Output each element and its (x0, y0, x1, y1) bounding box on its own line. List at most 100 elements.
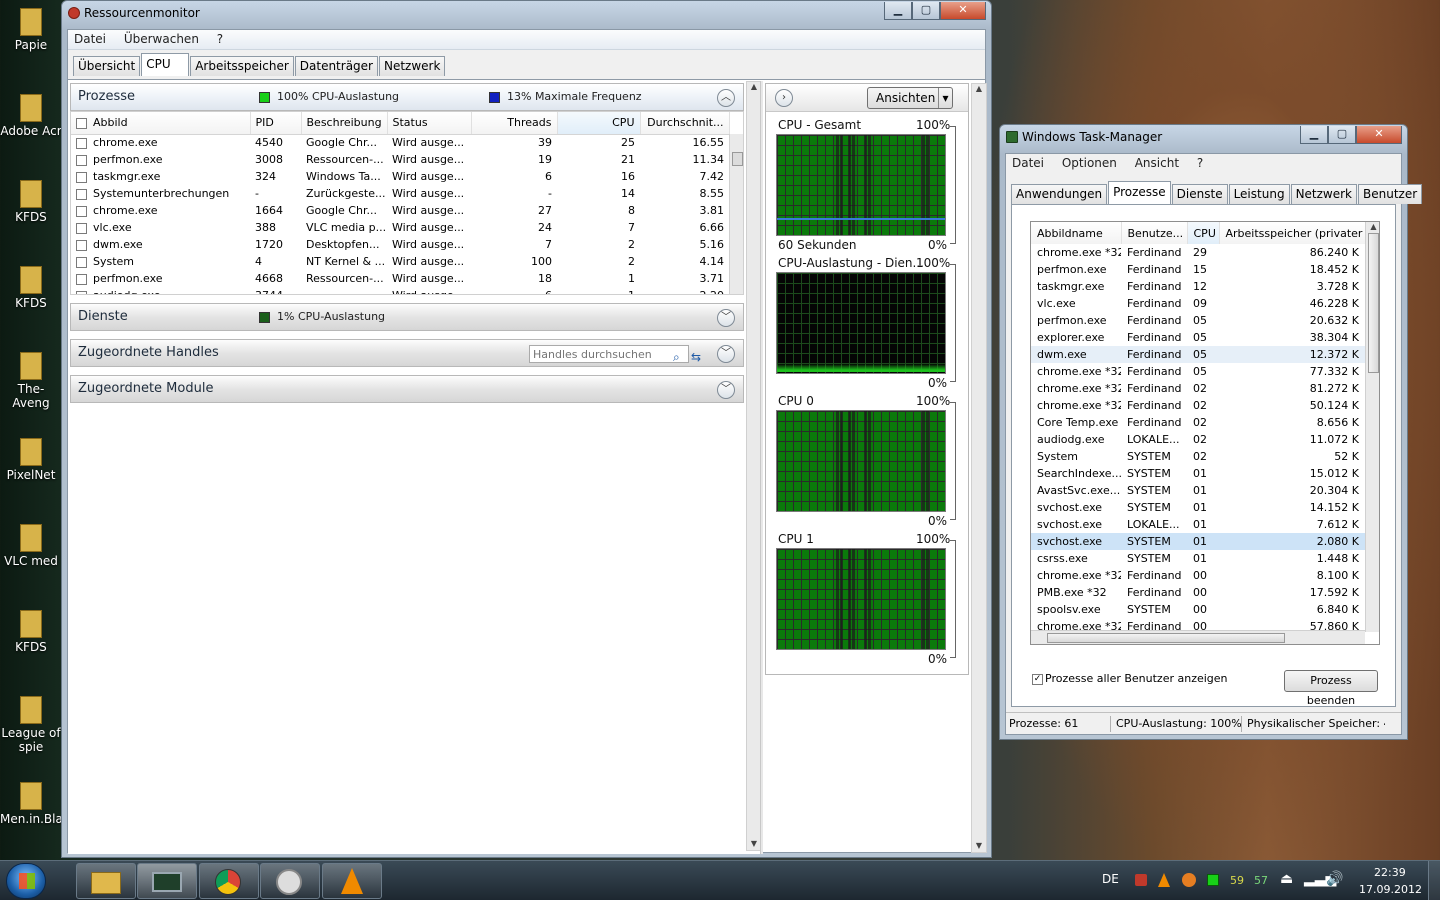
process-row[interactable]: chrome.exe 4540 Google Chr... Wird ausge...… (71, 134, 729, 151)
tm-column-header[interactable]: Arbeitsspeicher (privater ... (1219, 222, 1366, 244)
language-indicator[interactable]: DE (1102, 872, 1119, 886)
start-button[interactable] (6, 863, 46, 899)
collapse-prozesse-button[interactable]: ︿ (717, 89, 735, 107)
section-prozesse-header[interactable]: Prozesse 100% CPU-Auslastung 13% Maximal… (70, 83, 744, 111)
process-checkbox[interactable] (76, 154, 87, 166)
taskbar-gauge-button[interactable] (260, 863, 320, 899)
tm-close-button[interactable]: ✕ (1356, 126, 1402, 144)
menu-ueberwachen[interactable]: Überwachen (124, 32, 199, 46)
tm-vscrollbar[interactable]: ▲ (1365, 222, 1379, 632)
tm-process-row[interactable]: audiodg.exe LOKALE... 02 11.072 K (1031, 431, 1365, 448)
process-column-header[interactable]: Threads (471, 112, 558, 135)
desktop-icon[interactable]: Papie (0, 8, 62, 52)
desktop-icon[interactable]: VLC med (0, 524, 62, 568)
close-button[interactable]: ✕ (940, 2, 986, 20)
process-row[interactable]: audiodg.exe 3744 Wird ausge... 6 1 2.20 (71, 287, 729, 294)
tm-process-row[interactable]: chrome.exe *32 Ferdinand 00 8.100 K (1031, 567, 1365, 584)
process-table-scrollbar[interactable] (729, 134, 743, 294)
process-checkbox[interactable] (76, 137, 87, 149)
tm-tab-benutzer[interactable]: Benutzer (1358, 184, 1423, 204)
desktop-icon[interactable]: KFDS (0, 266, 62, 310)
process-row[interactable]: vlc.exe 388 VLC media p... Wird ausge... 24 7… (71, 219, 729, 236)
menu-datei[interactable]: Datei (74, 32, 106, 46)
process-checkbox[interactable] (76, 222, 87, 234)
tm-process-row[interactable]: dwm.exe Ferdinand 05 12.372 K (1031, 346, 1365, 363)
tm-process-row[interactable]: System SYSTEM 02 52 K (1031, 448, 1365, 465)
process-column-header[interactable]: Durchschnit... (640, 112, 730, 135)
search-icon[interactable]: ⌕ (673, 344, 680, 370)
process-column-header[interactable]: Status (387, 112, 472, 135)
tm-tab-dienste[interactable]: Dienste (1171, 184, 1228, 204)
tm-process-row[interactable]: Core Temp.exe Ferdinand 02 8.656 K (1031, 414, 1365, 431)
process-checkbox[interactable] (76, 171, 87, 183)
expand-dienste-button[interactable]: ﹀ (717, 309, 735, 327)
process-checkbox[interactable] (76, 290, 87, 294)
tray-icon-usb[interactable]: ⏏ (1280, 871, 1293, 887)
desktop-icon[interactable]: KFDS (0, 610, 62, 654)
tm-process-row[interactable]: vlc.exe Ferdinand 09 46.228 K (1031, 295, 1365, 312)
section-dienste-header[interactable]: Dienste 1% CPU-Auslastung ﹀ (70, 303, 744, 331)
process-checkbox[interactable] (76, 239, 87, 251)
ansichten-dropdown[interactable]: Ansichten ▾ (867, 87, 953, 109)
tm-hscrollbar[interactable] (1031, 630, 1365, 644)
tm-process-row[interactable]: SearchIndexe... SYSTEM 01 15.012 K (1031, 465, 1365, 482)
desktop-icon[interactable]: The-Aveng (0, 352, 62, 410)
tm-menu-optionen[interactable]: Optionen (1062, 156, 1117, 170)
tm-maximize-button[interactable]: ▢ (1328, 126, 1356, 144)
tm-process-row[interactable]: svchost.exe LOKALE... 01 7.612 K (1031, 516, 1365, 533)
tm-tab-prozesse[interactable]: Prozesse (1108, 181, 1171, 204)
clock-date[interactable]: 17.09.2012 (1359, 883, 1422, 896)
process-checkbox[interactable] (76, 188, 87, 200)
tm-column-header[interactable]: Abbildname (1031, 222, 1122, 244)
expand-handles-button[interactable]: ﹀ (717, 345, 735, 363)
process-row[interactable]: Systemunterbrechungen - Zurückgeste... Wird… (71, 185, 729, 202)
taskmgr-titlebar[interactable]: Windows Task-Manager ▁ ▢ ✕ (1000, 125, 1407, 151)
tm-process-row[interactable]: chrome.exe *32 Ferdinand 02 50.124 K (1031, 397, 1365, 414)
tab-datentraeger[interactable]: Datenträger (294, 56, 378, 76)
tray-temp-2[interactable]: 57 (1254, 874, 1268, 887)
tab-netzwerk[interactable]: Netzwerk (378, 56, 446, 76)
handles-search-input[interactable] (529, 345, 689, 363)
process-column-header[interactable]: PID (250, 112, 302, 135)
tray-icon-red[interactable] (1135, 874, 1147, 886)
resmon-titlebar[interactable]: Ressourcenmonitor ▁ ▢ ✕ (62, 1, 991, 27)
tm-process-row[interactable]: chrome.exe *32 Ferdinand 29 86.240 K (1031, 244, 1365, 261)
desktop-icon[interactable]: KFDS (0, 180, 62, 224)
show-all-users-checkbox[interactable]: ✓ Prozesse aller Benutzer anzeigen (1032, 672, 1228, 685)
taskbar-chrome-button[interactable] (199, 863, 259, 899)
section-handles-header[interactable]: Zugeordnete Handles ⌕ ⇆ ﹀ (70, 339, 744, 367)
process-row[interactable]: perfmon.exe 4668 Ressourcen-... Wird ausge.… (71, 270, 729, 287)
maximize-button[interactable]: ▢ (912, 2, 940, 20)
desktop-icon[interactable]: PixelNet (0, 438, 62, 482)
process-row[interactable]: chrome.exe 1664 Google Chr... Wird ausge...… (71, 202, 729, 219)
tm-process-row[interactable]: spoolsv.exe SYSTEM 00 6.840 K (1031, 601, 1365, 618)
process-column-header[interactable]: Beschreibung (301, 112, 388, 135)
select-all-checkbox[interactable] (76, 117, 87, 129)
tm-process-row[interactable]: perfmon.exe Ferdinand 05 20.632 K (1031, 312, 1365, 329)
desktop-icon[interactable]: Adobe Acr (0, 94, 62, 138)
tm-process-row[interactable]: PMB.exe *32 Ferdinand 00 17.592 K (1031, 584, 1365, 601)
process-column-header[interactable]: Abbild (71, 112, 251, 135)
tm-menu-datei[interactable]: Datei (1012, 156, 1044, 170)
collapse-graphs-button[interactable]: › (775, 89, 793, 107)
tm-tab-leistung[interactable]: Leistung (1228, 184, 1290, 204)
tm-process-row[interactable]: explorer.exe Ferdinand 05 38.304 K (1031, 329, 1365, 346)
tm-tab-netzwerk[interactable]: Netzwerk (1290, 184, 1358, 204)
tm-process-row[interactable]: AvastSvc.exe... SYSTEM 01 20.304 K (1031, 482, 1365, 499)
tm-process-row[interactable]: chrome.exe *32 Ferdinand 05 77.332 K (1031, 363, 1365, 380)
taskbar-resmon-button[interactable] (137, 863, 197, 899)
tm-process-row[interactable]: csrss.exe SYSTEM 01 1.448 K (1031, 550, 1365, 567)
expand-module-button[interactable]: ﹀ (717, 381, 735, 399)
process-row[interactable]: dwm.exe 1720 Desktopfen... Wird ausge... 7 2 5… (71, 236, 729, 253)
tab-cpu[interactable]: CPU (141, 53, 190, 76)
minimize-button[interactable]: ▁ (884, 2, 912, 20)
tm-process-row[interactable]: svchost.exe SYSTEM 01 14.152 K (1031, 499, 1365, 516)
pane-splitter[interactable] (760, 81, 763, 854)
section-module-header[interactable]: Zugeordnete Module ﹀ (70, 375, 744, 403)
tm-process-row[interactable]: chrome.exe *32 Ferdinand 02 81.272 K (1031, 380, 1365, 397)
process-row[interactable]: System 4 NT Kernel & ... Wird ausge... 100 2 4… (71, 253, 729, 270)
process-row[interactable]: taskmgr.exe 324 Windows Ta... Wird ausge...… (71, 168, 729, 185)
volume-icon[interactable]: 🔊 (1326, 871, 1343, 887)
end-process-button[interactable]: Prozess beenden (1284, 670, 1378, 707)
show-desktop-button[interactable] (1428, 861, 1440, 900)
